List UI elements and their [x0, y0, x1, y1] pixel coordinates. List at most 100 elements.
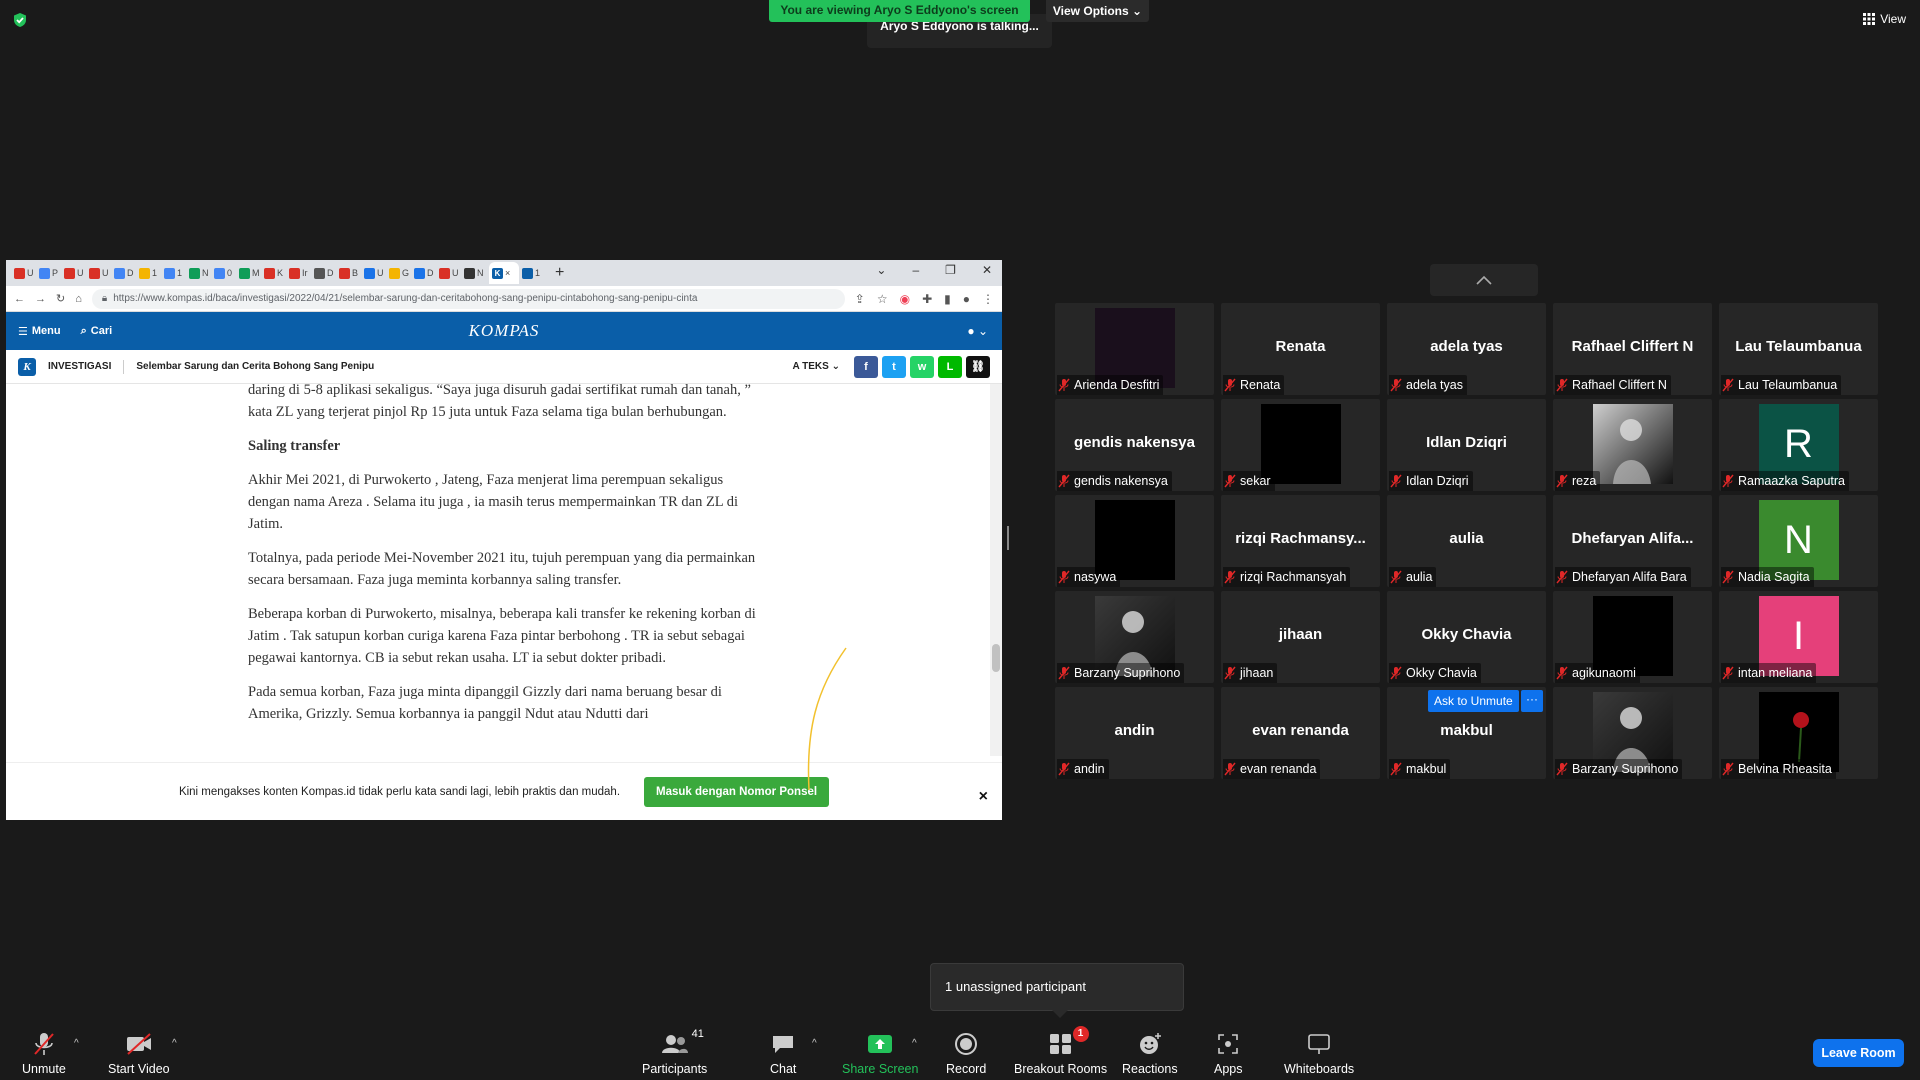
- apps-button[interactable]: Apps: [1214, 1030, 1243, 1076]
- browser-tab[interactable]: P: [39, 264, 61, 282]
- chat-options-caret-icon[interactable]: ^: [812, 1038, 817, 1049]
- kompas-logo[interactable]: KOMPAS: [469, 321, 540, 341]
- site-menu-button[interactable]: ☰ Menu: [18, 325, 61, 338]
- participant-tile[interactable]: Iintan meliana: [1719, 591, 1878, 683]
- reload-icon[interactable]: ↻: [56, 292, 65, 305]
- video-options-caret-icon[interactable]: ^: [172, 1038, 177, 1049]
- participant-tile[interactable]: agikunaomi: [1553, 591, 1712, 683]
- kompas-badge-icon[interactable]: K: [18, 357, 36, 376]
- participant-tile[interactable]: Lau Telaumbanua Lau Telaumbanua: [1719, 303, 1878, 395]
- browser-tab[interactable]: D: [414, 264, 436, 282]
- start-video-button[interactable]: Start Video: [108, 1030, 170, 1076]
- line-share-icon[interactable]: L: [938, 355, 962, 378]
- reactions-button[interactable]: Reactions: [1122, 1030, 1178, 1076]
- participant-tile[interactable]: evan renanda evan renanda: [1221, 687, 1380, 779]
- unmute-button[interactable]: Unmute: [22, 1030, 66, 1076]
- bookmark-star-icon[interactable]: ☆: [877, 292, 888, 306]
- site-account-button[interactable]: ● ⌄: [967, 324, 988, 338]
- close-icon[interactable]: ×: [505, 268, 510, 278]
- chat-button[interactable]: Chat: [770, 1030, 796, 1076]
- participants-button[interactable]: 41 Participants: [642, 1028, 707, 1076]
- browser-tab-active[interactable]: K ×: [489, 262, 519, 284]
- record-button[interactable]: Record: [946, 1030, 986, 1076]
- participant-tile[interactable]: Okky Chavia Okky Chavia: [1387, 591, 1546, 683]
- facebook-share-icon[interactable]: f: [854, 355, 878, 378]
- view-layout-button[interactable]: View: [1863, 12, 1906, 26]
- new-tab-icon[interactable]: +: [555, 264, 564, 282]
- browser-tab[interactable]: U: [64, 264, 86, 282]
- participant-tile[interactable]: reza: [1553, 399, 1712, 491]
- share-icon[interactable]: ⇪: [855, 292, 865, 306]
- browser-tab[interactable]: 1: [522, 264, 544, 282]
- browser-tab[interactable]: 1: [164, 264, 186, 282]
- whatsapp-share-icon[interactable]: w: [910, 355, 934, 378]
- participant-tile[interactable]: Barzany Suprihono: [1553, 687, 1712, 779]
- scrollbar-thumb[interactable]: [992, 644, 1000, 672]
- browser-tab[interactable]: D: [314, 264, 336, 282]
- share-options-caret-icon[interactable]: ^: [912, 1038, 917, 1049]
- browser-tab[interactable]: G: [389, 264, 411, 282]
- window-close-icon[interactable]: ✕: [982, 263, 992, 277]
- tab-search-icon[interactable]: ⌄: [876, 263, 886, 277]
- page-scrollbar[interactable]: [990, 384, 1002, 756]
- back-icon[interactable]: ←: [14, 293, 25, 305]
- encryption-shield-icon[interactable]: [12, 12, 28, 28]
- twitter-share-icon[interactable]: t: [882, 355, 906, 378]
- participant-tile[interactable]: Barzany Suprihono: [1055, 591, 1214, 683]
- browser-tab[interactable]: 1: [139, 264, 161, 282]
- browser-tab[interactable]: 0: [214, 264, 236, 282]
- browser-tab[interactable]: U: [14, 264, 36, 282]
- share-screen-button[interactable]: Share Screen: [842, 1030, 918, 1076]
- browser-tab[interactable]: U: [364, 264, 386, 282]
- browser-tab[interactable]: M: [239, 264, 261, 282]
- browser-tab[interactable]: D: [114, 264, 136, 282]
- browser-tab[interactable]: Ir: [289, 264, 311, 282]
- article-section[interactable]: INVESTIGASI: [48, 361, 111, 372]
- close-icon[interactable]: ×: [979, 788, 988, 806]
- ask-to-unmute-button[interactable]: Ask to Unmute: [1428, 690, 1519, 712]
- participant-tile[interactable]: Belvina Rheasita: [1719, 687, 1878, 779]
- leave-room-button[interactable]: Leave Room: [1813, 1039, 1904, 1067]
- participant-tile[interactable]: rizqi Rachmansy... rizqi Rachmansyah: [1221, 495, 1380, 587]
- pocket-icon[interactable]: ◉: [900, 292, 910, 306]
- participant-tile[interactable]: sekar: [1221, 399, 1380, 491]
- participant-tile[interactable]: Dhefaryan Alifa... Dhefaryan Alifa Bara: [1553, 495, 1712, 587]
- minimize-icon[interactable]: –: [912, 263, 919, 277]
- restore-icon[interactable]: ❐: [945, 263, 956, 277]
- participant-tile[interactable]: adela tyas adela tyas: [1387, 303, 1546, 395]
- forward-icon[interactable]: →: [35, 293, 46, 305]
- extensions-icon[interactable]: ✚: [922, 292, 932, 306]
- view-options-button[interactable]: View Options ⌄: [1046, 0, 1149, 22]
- split-view-handle[interactable]: [1007, 526, 1009, 550]
- text-size-button[interactable]: A TEKS ⌄: [793, 361, 840, 372]
- browser-tab[interactable]: B: [339, 264, 361, 282]
- participant-tile[interactable]: andin andin: [1055, 687, 1214, 779]
- participant-more-button[interactable]: ···: [1521, 690, 1543, 712]
- home-icon[interactable]: ⌂: [75, 293, 82, 305]
- breakout-rooms-button[interactable]: 1 Breakout Rooms: [1014, 1026, 1107, 1076]
- participant-tile[interactable]: N Nadia Sagita: [1719, 495, 1878, 587]
- sidebar-icon[interactable]: ▮: [944, 292, 951, 306]
- participant-tile[interactable]: Idlan Dziqri Idlan Dziqri: [1387, 399, 1546, 491]
- gallery-scroll-up-button[interactable]: [1430, 264, 1538, 296]
- browser-tab[interactable]: U: [89, 264, 111, 282]
- login-phone-button[interactable]: Masuk dengan Nomor Ponsel: [644, 776, 830, 807]
- participant-tile[interactable]: Rafhael Cliffert N Rafhael Cliffert N: [1553, 303, 1712, 395]
- profile-avatar[interactable]: ●: [963, 292, 970, 306]
- participant-tile[interactable]: R Ramaazka Saputra: [1719, 399, 1878, 491]
- whiteboards-button[interactable]: Whiteboards: [1284, 1030, 1354, 1076]
- participant-tile[interactable]: jihaan jihaan: [1221, 591, 1380, 683]
- copy-link-icon[interactable]: ⛓: [966, 355, 990, 378]
- browser-menu-icon[interactable]: ⋮: [982, 292, 994, 306]
- browser-tab[interactable]: U: [439, 264, 461, 282]
- participant-tile[interactable]: aulia aulia: [1387, 495, 1546, 587]
- participant-tile[interactable]: Arienda Desfitri: [1055, 303, 1214, 395]
- participant-tile[interactable]: nasywa: [1055, 495, 1214, 587]
- browser-tab[interactable]: K: [264, 264, 286, 282]
- participant-tile[interactable]: Renata Renata: [1221, 303, 1380, 395]
- participant-tile[interactable]: gendis nakensya gendis nakensya: [1055, 399, 1214, 491]
- browser-tab[interactable]: N: [464, 264, 486, 282]
- audio-options-caret-icon[interactable]: ^: [74, 1038, 79, 1049]
- site-search-button[interactable]: ⌕ Cari: [81, 325, 113, 338]
- browser-tab[interactable]: N: [189, 264, 211, 282]
